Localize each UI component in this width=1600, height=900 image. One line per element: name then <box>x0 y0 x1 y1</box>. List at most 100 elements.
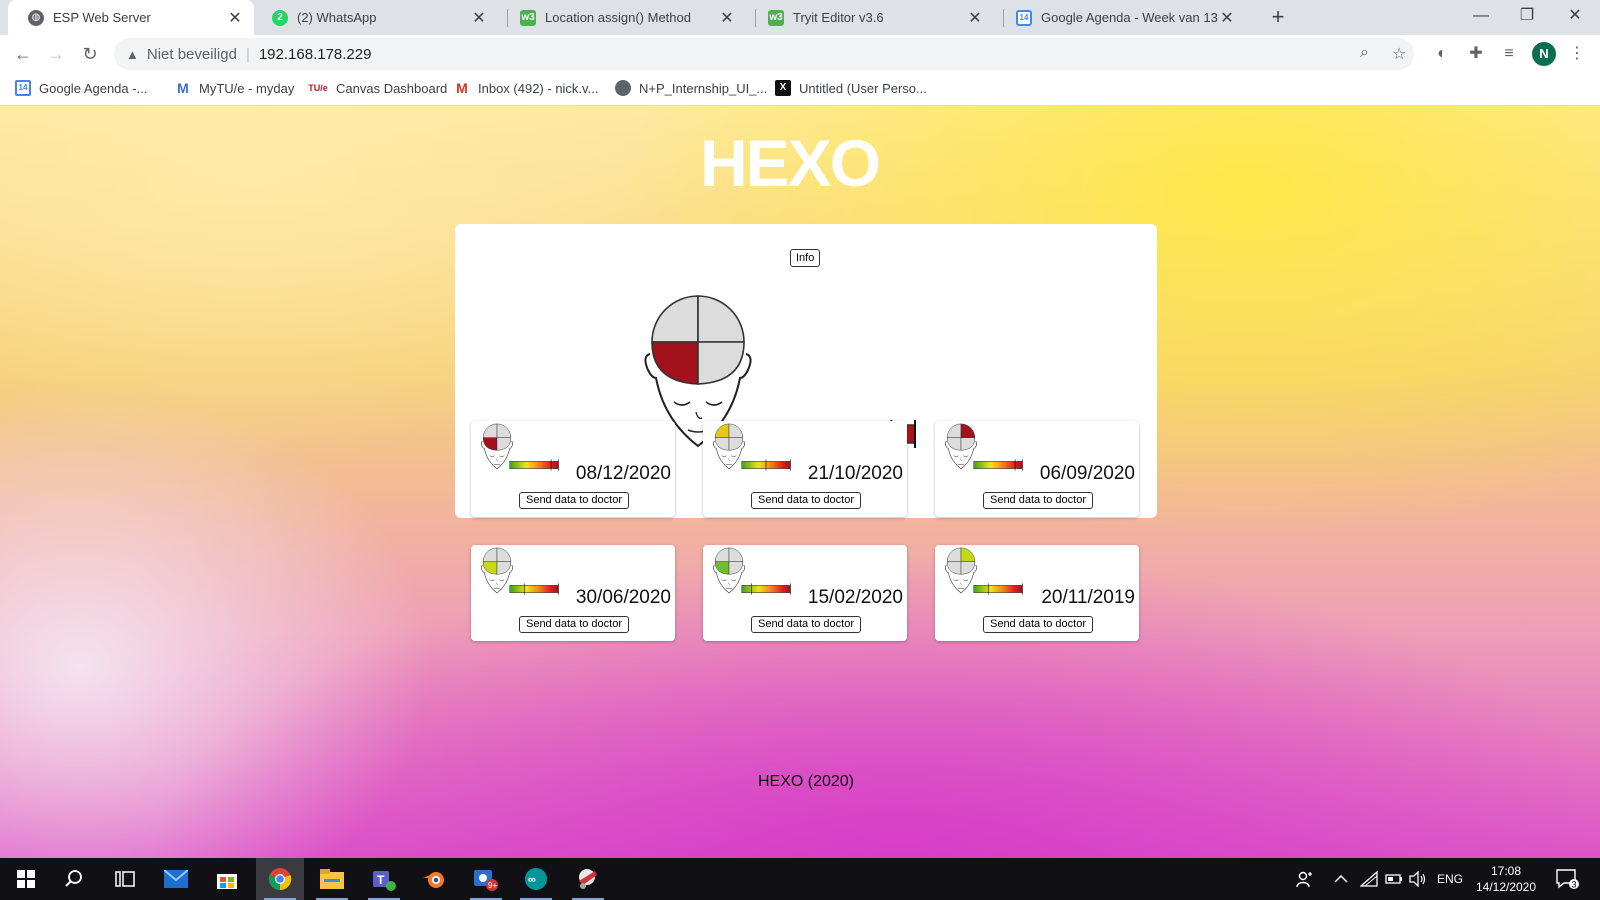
arduino-icon[interactable]: ∞ <box>512 858 560 900</box>
language-indicator[interactable]: ENG <box>1437 858 1463 900</box>
quadrant-top-left <box>946 423 962 438</box>
task-view-icon[interactable] <box>101 858 149 900</box>
tab-whatsapp[interactable]: 2 (2) WhatsApp ✕ <box>252 0 498 35</box>
extension-icon[interactable]: ◐ <box>1430 42 1454 66</box>
tab-location-assign[interactable]: w3 Location assign() Method ✕ <box>500 0 746 35</box>
chevron-up-icon[interactable] <box>1334 858 1348 900</box>
puzzle-extensions-icon[interactable]: ✚ <box>1464 42 1488 66</box>
info-button[interactable]: Info <box>790 249 821 267</box>
history-card: 15/02/2020 Send data to doctor <box>703 545 907 641</box>
store-icon[interactable] <box>203 858 251 900</box>
intensity-thumbnail <box>973 459 1023 471</box>
url-text[interactable]: 192.168.178.229 <box>259 46 372 63</box>
warning-icon[interactable]: ▲ <box>126 47 139 62</box>
tab-title: (2) WhatsApp <box>297 10 377 25</box>
wifi-icon[interactable] <box>1360 858 1378 900</box>
zoom-icon[interactable]: ⌕ <box>1360 44 1369 62</box>
media-control-icon[interactable]: ≡ <box>1497 42 1521 66</box>
forward-button[interactable]: → <box>43 42 69 66</box>
send-data-button[interactable]: Send data to doctor <box>519 616 629 633</box>
tab-tryit-editor[interactable]: w3 Tryit Editor v3.6 ✕ <box>748 0 994 35</box>
blender-icon[interactable] <box>410 858 458 900</box>
history-date: 21/10/2020 <box>807 463 903 484</box>
quadrant-top-right <box>728 547 744 562</box>
quadrant-top-left <box>482 547 498 562</box>
snip-icon[interactable] <box>564 858 612 900</box>
address-bar[interactable]: ▲ Niet beveiligd | 192.168.178.229 ⌕ ☆ <box>114 38 1414 70</box>
history-date: 08/12/2020 <box>575 463 671 484</box>
battery-icon[interactable] <box>1385 858 1403 900</box>
menu-kebab-icon[interactable]: ⋮ <box>1565 42 1589 66</box>
tab-google-agenda[interactable]: 14 Google Agenda - Week van 13. d ✕ <box>996 0 1246 35</box>
file-explorer-icon[interactable] <box>308 858 356 900</box>
bookmark-label: Untitled (User Perso... <box>799 80 927 96</box>
volume-icon[interactable] <box>1409 858 1427 900</box>
teams-icon[interactable]: T <box>360 858 408 900</box>
globe-icon: ◍ <box>28 9 44 26</box>
bookmark-canvas[interactable]: TU/e Canvas Dashboard <box>308 80 447 96</box>
restore-window-button[interactable]: ❐ <box>1504 0 1550 32</box>
intensity-thumbnail <box>509 583 559 595</box>
close-tab-icon[interactable]: ✕ <box>470 8 488 28</box>
mail-icon[interactable] <box>152 858 200 900</box>
send-data-button[interactable]: Send data to doctor <box>983 616 1093 633</box>
intensity-thumbnail <box>973 583 1023 595</box>
bookmark-label: N+P_Internship_UI_... <box>639 80 768 96</box>
history-date: 20/11/2019 <box>1041 587 1135 608</box>
send-data-button[interactable]: Send data to doctor <box>751 492 861 509</box>
browser-toolbar: ← → ↻ ▲ Niet beveiligd | 192.168.178.229… <box>0 35 1600 73</box>
clock-date: 14/12/2020 <box>1475 880 1537 894</box>
system-clock[interactable]: 17:08 14/12/2020 <box>1472 863 1540 895</box>
quadrant-top-left <box>482 423 498 438</box>
tab-title: Google Agenda - Week van 13. d <box>1041 10 1218 25</box>
bookmark-internship[interactable]: N+P_Internship_UI_... <box>615 80 767 96</box>
close-window-button[interactable]: ✕ <box>1552 0 1598 32</box>
intensity-bar <box>973 585 1023 593</box>
globe-icon <box>615 80 631 96</box>
w3schools-icon: w3 <box>520 9 536 26</box>
quadrant-top-right <box>960 423 976 438</box>
windows-start-icon[interactable] <box>2 858 50 900</box>
close-tab-icon[interactable]: ✕ <box>718 8 736 28</box>
tab-esp-web-server[interactable]: ◍ ESP Web Server ✕ <box>8 0 254 35</box>
chrome-icon[interactable] <box>256 858 304 900</box>
svg-text:9+: 9+ <box>488 881 497 890</box>
back-button[interactable]: ← <box>10 42 36 66</box>
people-icon[interactable] <box>1296 858 1314 900</box>
bookmarks-bar: 14 Google Agenda -... M MyTU/e - myday T… <box>0 73 1600 106</box>
security-label[interactable]: Niet beveiligd <box>147 46 237 63</box>
bookmark-untitled[interactable]: X Untitled (User Perso... <box>775 80 927 96</box>
bookmark-gmail[interactable]: M Inbox (492) - nick.v... <box>454 80 598 96</box>
send-data-button[interactable]: Send data to doctor <box>519 492 629 509</box>
search-icon[interactable] <box>50 858 98 900</box>
tab-title: Tryit Editor v3.6 <box>793 10 884 25</box>
bookmark-mytue[interactable]: M MyTU/e - myday <box>175 80 294 96</box>
quadrant-top-left <box>714 423 730 438</box>
close-tab-icon[interactable]: ✕ <box>1218 8 1236 28</box>
bookmark-google-agenda[interactable]: 14 Google Agenda -... <box>15 80 147 96</box>
quadrant-top-right <box>496 423 512 438</box>
bookmark-label: Canvas Dashboard <box>336 80 448 96</box>
google-calendar-icon: 14 <box>15 80 31 96</box>
close-tab-icon[interactable]: ✕ <box>966 8 984 28</box>
gmail-icon: M <box>456 80 468 96</box>
minimize-window-button[interactable]: — <box>1458 0 1504 32</box>
quadrant-top-right <box>697 295 745 343</box>
quadrant-top-right <box>728 423 744 438</box>
notification-count: 3 <box>1572 880 1577 890</box>
tab-title: Location assign() Method <box>545 10 691 25</box>
bookmark-label: MyTU/e - myday <box>199 80 295 96</box>
intensity-bar <box>741 585 791 593</box>
send-data-button[interactable]: Send data to doctor <box>751 616 861 633</box>
send-data-button[interactable]: Send data to doctor <box>983 492 1093 509</box>
profile-avatar[interactable]: N <box>1532 42 1556 66</box>
close-tab-icon[interactable]: ✕ <box>226 8 244 28</box>
photos-icon[interactable]: 9+ <box>462 858 510 900</box>
windows-taskbar: T 9+ ∞ ENG 17:08 14/12/2020 3 <box>0 858 1600 900</box>
bookmark-star-icon[interactable]: ☆ <box>1392 44 1406 64</box>
new-tab-button[interactable]: + <box>1265 4 1291 30</box>
address-separator: | <box>245 45 250 63</box>
notification-center-icon[interactable]: 3 <box>1555 858 1579 900</box>
reload-button[interactable]: ↻ <box>77 42 103 66</box>
history-date: 30/06/2020 <box>575 587 671 608</box>
